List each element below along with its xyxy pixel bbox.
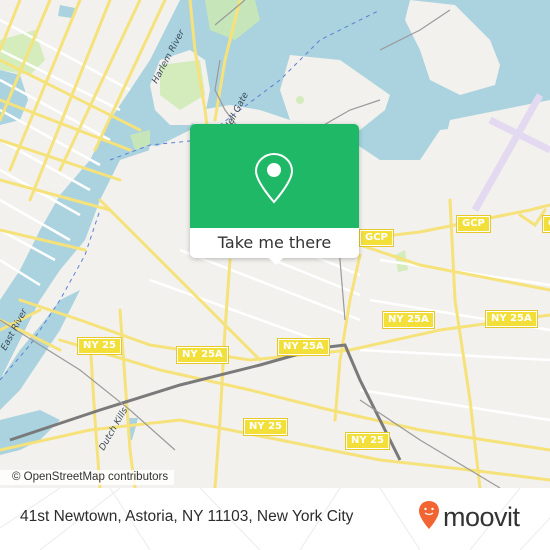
map-view[interactable]: Harlem River Hell Gate East River Dutch … [0, 0, 550, 488]
route-shield-gcp-partial: G [543, 216, 550, 232]
osm-attribution[interactable]: © OpenStreetMap contributors [0, 470, 175, 485]
moovit-logo[interactable]: moovit [418, 500, 520, 534]
route-shield-gcp: GCP [360, 230, 393, 246]
moovit-pin-icon [418, 500, 440, 534]
take-me-there-button[interactable]: Take me there [190, 228, 359, 258]
route-shield-gcp: GCP [457, 216, 490, 232]
address-text: 41st Newtown, Astoria, NY 11103, New Yor… [20, 508, 354, 525]
route-shield-ny25a: NY 25A [383, 312, 434, 328]
wards-tip [145, 145, 180, 180]
route-shield-ny25a: NY 25A [486, 311, 537, 327]
location-popup: Take me there [190, 124, 359, 265]
moovit-wordmark: moovit [443, 501, 520, 532]
route-shield-ny25a: NY 25A [177, 347, 228, 363]
route-shield-ny25: NY 25 [78, 338, 122, 354]
footer-bar: 41st Newtown, Astoria, NY 11103, New Yor… [0, 488, 550, 550]
popup-pointer [268, 257, 284, 265]
route-shield-ny25a: NY 25A [278, 339, 329, 355]
popup-header [190, 124, 359, 228]
route-shield-ny25: NY 25 [346, 433, 390, 449]
route-shield-ny25: NY 25 [244, 419, 288, 435]
